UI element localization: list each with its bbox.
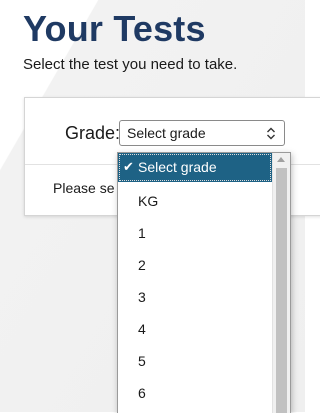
grade-option-2[interactable]: 2 bbox=[118, 249, 272, 281]
grade-option-kg[interactable]: KG bbox=[118, 185, 272, 217]
page-title: Your Tests bbox=[23, 8, 206, 49]
scrollbar-thumb[interactable] bbox=[276, 168, 287, 413]
grade-select[interactable]: Select grade bbox=[119, 120, 285, 146]
grade-dropdown-list[interactable]: ✔ Select grade KG 1 2 3 4 5 6 bbox=[117, 152, 291, 413]
grade-option-select-grade[interactable]: ✔ Select grade bbox=[118, 153, 272, 182]
scroll-up-arrow-icon[interactable] bbox=[277, 157, 285, 162]
grade-prompt-message: Please se bbox=[53, 180, 115, 196]
check-icon: ✔ bbox=[123, 159, 134, 174]
grade-select-value: Select grade bbox=[127, 125, 206, 141]
grade-option-6[interactable]: 6 bbox=[118, 377, 272, 409]
dropdown-scrollbar[interactable] bbox=[272, 153, 290, 413]
grade-option-1[interactable]: 1 bbox=[118, 217, 272, 249]
grade-option-3[interactable]: 3 bbox=[118, 281, 272, 313]
grade-option-4[interactable]: 4 bbox=[118, 313, 272, 345]
select-chevron-icon bbox=[267, 127, 275, 140]
grade-option-5[interactable]: 5 bbox=[118, 345, 272, 377]
grade-label: Grade: bbox=[65, 123, 121, 143]
page-subtitle: Select the test you need to take. bbox=[23, 56, 238, 73]
